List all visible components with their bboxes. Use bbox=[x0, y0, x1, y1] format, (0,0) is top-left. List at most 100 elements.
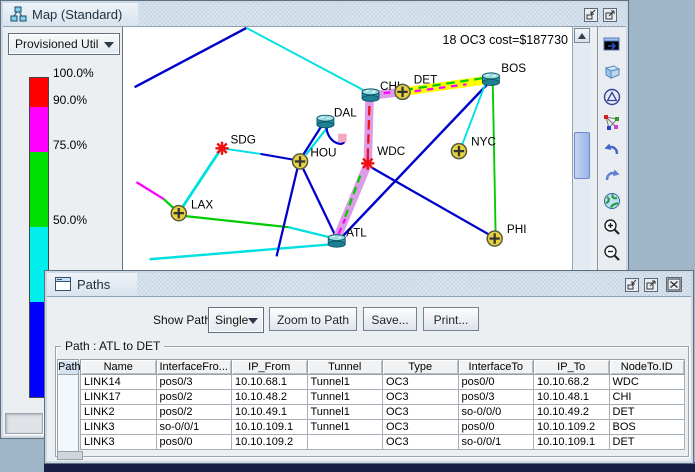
paths-window-title: Paths bbox=[77, 277, 110, 292]
table-row[interactable]: LINK2pos0/210.10.49.1Tunnel1OC3so-0/0/01… bbox=[81, 405, 685, 420]
path-column-body[interactable] bbox=[57, 375, 79, 452]
undo-icon[interactable] bbox=[602, 138, 623, 159]
legend-label: 75.0% bbox=[53, 138, 87, 152]
table-cell: 10.10.49.1 bbox=[232, 405, 308, 420]
table-cell: OC3 bbox=[383, 390, 459, 405]
legend-label: 50.0% bbox=[53, 213, 87, 227]
table-cell: LINK3 bbox=[81, 420, 157, 435]
map-node-atl[interactable] bbox=[328, 235, 345, 248]
titlebar-texture bbox=[47, 273, 691, 296]
map-node-chi[interactable] bbox=[362, 89, 379, 102]
table-cell: pos0/0 bbox=[458, 375, 534, 390]
table-cell: 10.10.109.1 bbox=[534, 435, 610, 450]
show-path-value: Single bbox=[215, 313, 248, 327]
table-cell: pos0/2 bbox=[156, 405, 232, 420]
graph-layout-icon[interactable] bbox=[602, 112, 623, 133]
table-cell: 10.10.109.1 bbox=[232, 420, 308, 435]
map-node-nyc[interactable] bbox=[451, 144, 466, 159]
maximize-button[interactable] bbox=[644, 278, 658, 292]
table-cell: pos0/3 bbox=[458, 390, 534, 405]
column-header[interactable]: IP_To bbox=[534, 360, 610, 375]
map-node-label: ATL bbox=[346, 227, 367, 240]
table-cell: pos0/3 bbox=[156, 375, 232, 390]
table-row[interactable]: LINK3so-0/0/110.10.109.1Tunnel1OC3pos0/0… bbox=[81, 420, 685, 435]
map-node-lax[interactable] bbox=[171, 206, 186, 221]
column-header[interactable]: InterfaceFro... bbox=[156, 360, 232, 375]
links-table-wrap: NameInterfaceFro...IP_FromTunnelTypeInte… bbox=[80, 359, 686, 451]
zoom-in-icon[interactable] bbox=[602, 216, 623, 237]
show-path-dropdown[interactable]: Single bbox=[208, 307, 264, 333]
window-icon bbox=[55, 277, 71, 291]
map-link bbox=[246, 28, 366, 92]
circle-triangle-icon[interactable] bbox=[602, 86, 623, 107]
legend-segment bbox=[30, 152, 48, 227]
map-node-marker[interactable] bbox=[338, 134, 346, 142]
close-button[interactable] bbox=[666, 277, 682, 292]
path-column-header[interactable]: Path bbox=[57, 359, 79, 375]
map-link bbox=[184, 216, 288, 227]
restore-button[interactable] bbox=[625, 278, 639, 292]
table-cell: pos0/0 bbox=[156, 435, 232, 450]
table-cell: Tunnel1 bbox=[307, 390, 383, 405]
table-cell: 10.10.68.2 bbox=[534, 375, 610, 390]
path-column-hscrollbar[interactable] bbox=[57, 451, 83, 460]
map-window-titlebar[interactable]: Map (Standard) bbox=[3, 3, 626, 27]
chevron-down-icon bbox=[248, 318, 258, 324]
column-header[interactable]: InterfaceTo bbox=[458, 360, 534, 375]
map-node-hou[interactable] bbox=[293, 154, 308, 169]
overlay-type-dropdown[interactable]: Provisioned Util bbox=[8, 33, 120, 55]
redo-icon[interactable] bbox=[602, 164, 623, 185]
column-header[interactable]: NodeTo.ID bbox=[609, 360, 685, 375]
detach-panel-icon[interactable] bbox=[602, 34, 623, 55]
scroll-up-arrow[interactable] bbox=[574, 28, 590, 43]
table-cell: so-0/0/1 bbox=[458, 435, 534, 450]
zoom-out-icon[interactable] bbox=[602, 242, 623, 263]
column-header[interactable]: Tunnel bbox=[307, 360, 383, 375]
scrollbar-thumb[interactable] bbox=[574, 132, 590, 179]
map-link bbox=[340, 82, 489, 238]
map-link bbox=[135, 28, 247, 87]
column-header[interactable]: IP_From bbox=[232, 360, 308, 375]
legend-segment bbox=[30, 78, 48, 107]
table-cell: OC3 bbox=[383, 420, 459, 435]
map-node-label: HOU bbox=[310, 147, 336, 160]
map-cost-text: 18 OC3 cost=$187730 bbox=[406, 33, 568, 47]
map-node-sdg[interactable] bbox=[215, 142, 228, 155]
legend-segment bbox=[30, 107, 48, 152]
map-node-det[interactable] bbox=[395, 84, 410, 99]
paths-window-titlebar[interactable]: Paths bbox=[47, 273, 691, 297]
print-button[interactable]: Print... bbox=[423, 307, 479, 331]
map-node-dal[interactable] bbox=[317, 115, 334, 128]
legend-label: 90.0% bbox=[53, 93, 87, 107]
save-button[interactable]: Save... bbox=[363, 307, 417, 331]
map-link bbox=[301, 164, 336, 236]
table-cell: DET bbox=[609, 435, 685, 450]
map-node-wdc[interactable] bbox=[361, 157, 374, 170]
map-node-bos[interactable] bbox=[482, 73, 499, 86]
table-cell: 10.10.109.2 bbox=[232, 435, 308, 450]
table-cell: Tunnel1 bbox=[307, 420, 383, 435]
maximize-button[interactable] bbox=[603, 8, 617, 22]
map-link bbox=[372, 168, 492, 237]
table-row[interactable]: LINK14pos0/310.10.68.1Tunnel1OC3pos0/010… bbox=[81, 375, 685, 390]
table-cell: OC3 bbox=[383, 405, 459, 420]
map-window-title: Map (Standard) bbox=[32, 7, 122, 22]
table-cell: 10.10.48.2 bbox=[232, 390, 308, 405]
table-cell: pos0/0 bbox=[458, 420, 534, 435]
table-row[interactable]: LINK3pos0/010.10.109.2OC3so-0/0/110.10.1… bbox=[81, 435, 685, 450]
globe-icon[interactable] bbox=[602, 190, 623, 211]
links-table[interactable]: NameInterfaceFro...IP_FromTunnelTypeInte… bbox=[80, 359, 685, 450]
map-node-label: DAL bbox=[334, 106, 357, 119]
table-cell: Tunnel1 bbox=[307, 375, 383, 390]
path-row-header-column[interactable]: Path bbox=[57, 359, 79, 452]
cube-3d-icon[interactable] bbox=[602, 60, 623, 81]
zoom-to-path-button[interactable]: Zoom to Path bbox=[269, 307, 357, 331]
table-cell: 10.10.49.2 bbox=[534, 405, 610, 420]
table-row[interactable]: LINK17pos0/210.10.48.2Tunnel1OC3pos0/310… bbox=[81, 390, 685, 405]
minimize-button[interactable] bbox=[584, 8, 598, 22]
table-cell: DET bbox=[609, 405, 685, 420]
map-node-label: PHI bbox=[507, 223, 527, 236]
column-header[interactable]: Name bbox=[81, 360, 157, 375]
column-header[interactable]: Type bbox=[383, 360, 459, 375]
map-node-phi[interactable] bbox=[487, 231, 502, 246]
